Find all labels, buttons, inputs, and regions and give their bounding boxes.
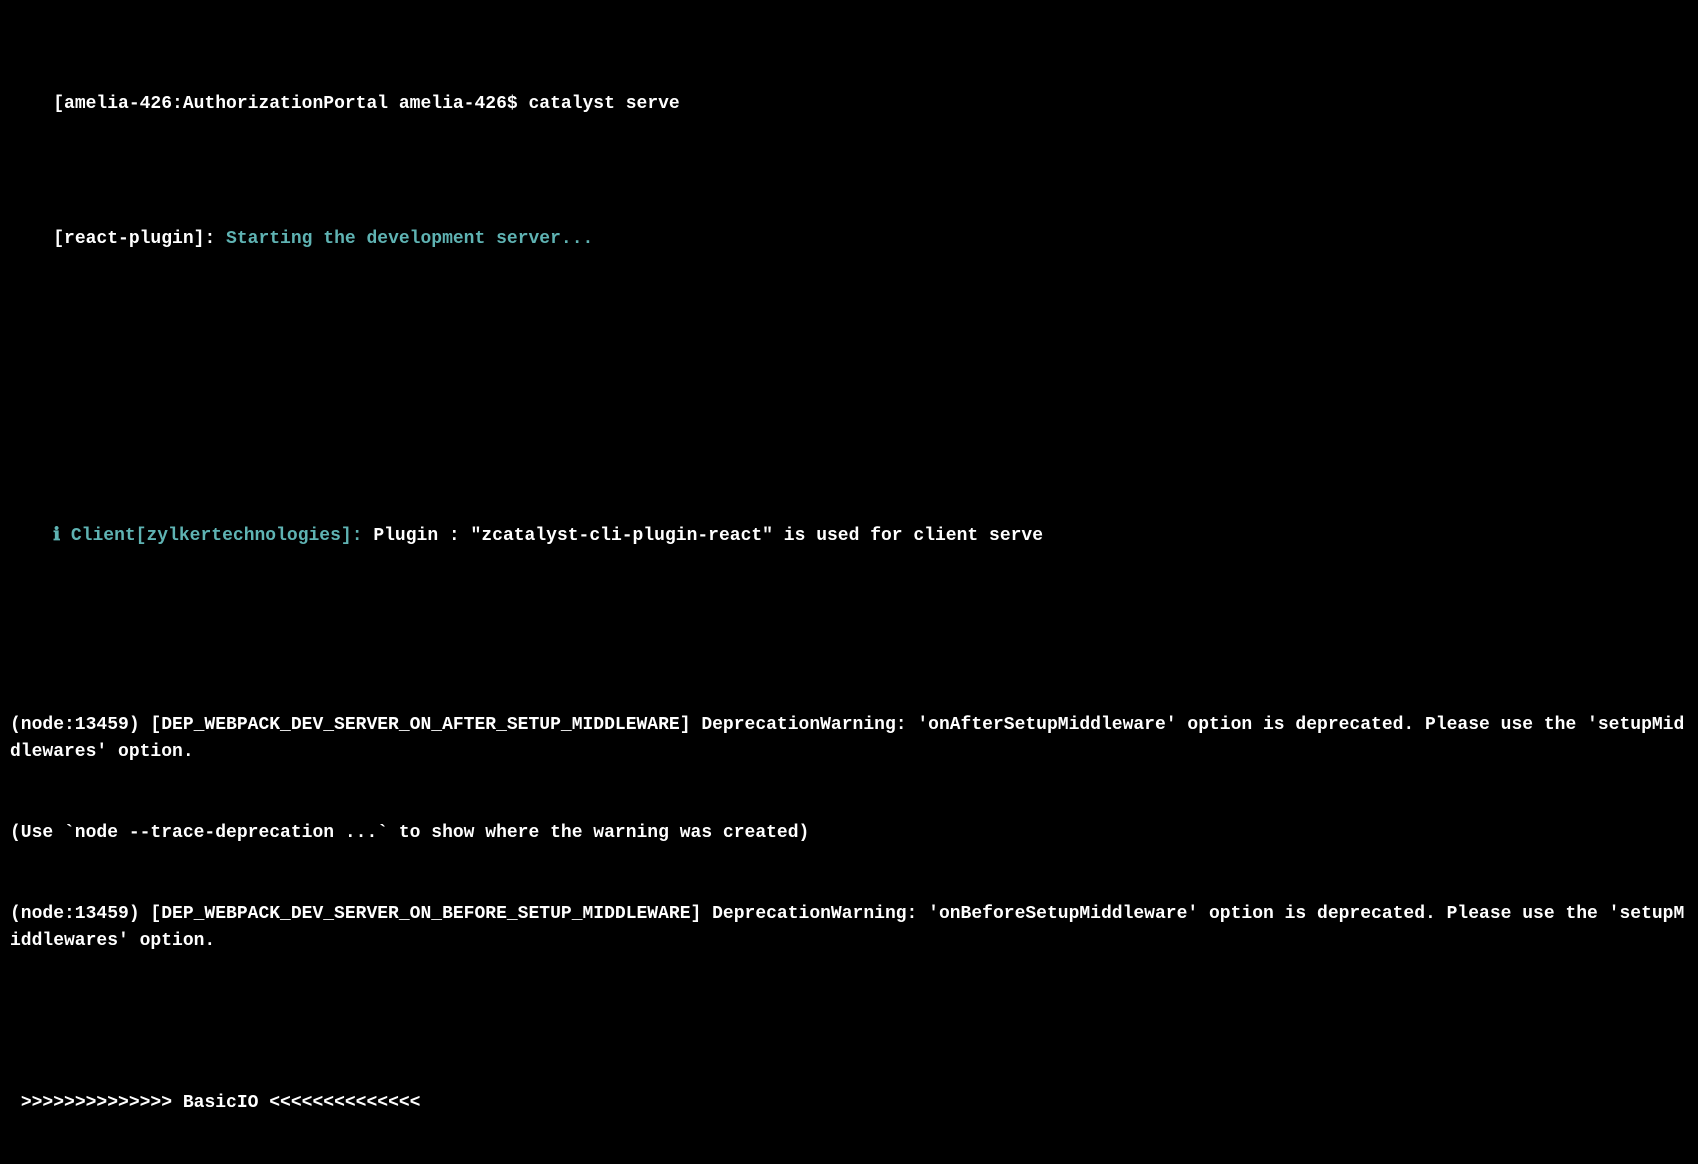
react-plugin-message: Starting the development server... <box>226 229 593 249</box>
blank-line <box>10 415 1688 442</box>
blank-line <box>10 334 1688 361</box>
deprecation-hint: (Use `node --trace-deprecation ...` to s… <box>10 820 1688 847</box>
react-plugin-prefix: [react-plugin]: <box>53 229 226 249</box>
info-icon: ℹ <box>53 526 71 546</box>
client-message: Plugin : "zcatalyst-cli-plugin-react" is… <box>363 526 1044 546</box>
deprecation-warning-2: (node:13459) [DEP_WEBPACK_DEV_SERVER_ON_… <box>10 901 1688 955</box>
shell-prompt: [amelia-426:AuthorizationPortal amelia-4… <box>53 94 528 114</box>
client-label: Client[zylkertechnologies]: <box>71 526 363 546</box>
blank-line <box>10 1009 1688 1036</box>
react-plugin-line: [react-plugin]: Starting the development… <box>10 199 1688 280</box>
terminal-output[interactable]: [amelia-426:AuthorizationPortal amelia-4… <box>10 10 1688 1164</box>
command-text: catalyst serve <box>529 94 680 114</box>
prompt-line: [amelia-426:AuthorizationPortal amelia-4… <box>10 64 1688 145</box>
blank-line <box>10 631 1688 658</box>
deprecation-warning-1: (node:13459) [DEP_WEBPACK_DEV_SERVER_ON_… <box>10 712 1688 766</box>
client-info-line: ℹ Client[zylkertechnologies]: Plugin : "… <box>10 496 1688 577</box>
basicio-section-header: >>>>>>>>>>>>>> BasicIO <<<<<<<<<<<<<< <box>10 1090 1688 1117</box>
